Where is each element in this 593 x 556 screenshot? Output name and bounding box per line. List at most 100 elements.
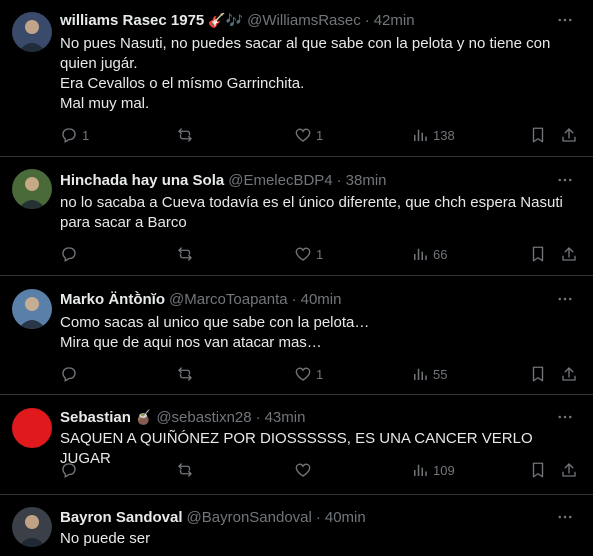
tweet-text: No pues Nasuti, no puedes sacar al que s… bbox=[60, 34, 577, 114]
retweet-button[interactable] bbox=[176, 364, 198, 384]
name-emoji: 🎸🎶 bbox=[208, 11, 244, 28]
views-button[interactable]: 109 bbox=[411, 460, 455, 480]
author-handle[interactable]: @EmelecBDP4 bbox=[228, 172, 332, 189]
reply-button[interactable]: 1 bbox=[60, 125, 89, 145]
share-icon bbox=[560, 461, 578, 479]
share-button[interactable] bbox=[560, 364, 578, 384]
more-icon[interactable] bbox=[555, 507, 575, 527]
author-name[interactable]: Marko Äntṑnĭo bbox=[60, 291, 165, 308]
reply-button[interactable] bbox=[60, 460, 82, 480]
share-button[interactable] bbox=[560, 244, 578, 264]
action-bar: 1 66 bbox=[60, 244, 579, 264]
share-button[interactable] bbox=[560, 460, 578, 480]
separator-dot: · bbox=[364, 11, 370, 29]
retweet-button[interactable] bbox=[176, 125, 198, 145]
reply-icon bbox=[60, 126, 78, 144]
author-name[interactable]: Hinchada hay una Sola bbox=[60, 172, 224, 189]
author-name[interactable]: Bayron Sandoval bbox=[60, 509, 183, 526]
tweet-header: Sebastian 🧉 @sebastixn28 · 43min bbox=[60, 407, 305, 427]
separator-dot: · bbox=[336, 171, 342, 189]
views-icon bbox=[411, 245, 429, 263]
like-button[interactable]: 1 bbox=[294, 364, 323, 384]
bookmark-button[interactable] bbox=[529, 460, 547, 480]
views-icon bbox=[411, 126, 429, 144]
tweet[interactable]: Hinchada hay una Sola @EmelecBDP4 · 38min no… bbox=[0, 157, 593, 276]
timestamp[interactable]: 43min bbox=[265, 409, 306, 426]
retweet-button[interactable] bbox=[176, 460, 198, 480]
avatar[interactable] bbox=[12, 169, 52, 209]
views-count: 138 bbox=[433, 127, 455, 143]
separator-dot: · bbox=[255, 408, 261, 426]
timestamp[interactable]: 40min bbox=[325, 509, 366, 526]
retweet-button[interactable] bbox=[176, 244, 198, 264]
like-icon bbox=[294, 365, 312, 383]
like-icon bbox=[294, 461, 312, 479]
more-icon[interactable] bbox=[555, 289, 575, 309]
more-icon[interactable] bbox=[555, 170, 575, 190]
tweet[interactable]: Sebastian 🧉 @sebastixn28 · 43min SAQUEN A QUI… bbox=[0, 395, 593, 495]
tweet-text-line: no lo sacaba a Cueva todavía es el único… bbox=[60, 194, 563, 211]
reply-button[interactable] bbox=[60, 244, 82, 264]
avatar[interactable] bbox=[12, 507, 52, 547]
author-handle[interactable]: @WilliamsRasec bbox=[247, 12, 361, 29]
tweet-header: williams Rasec 1975 🎸🎶 @WilliamsRasec · 42mi… bbox=[60, 10, 415, 30]
views-count: 55 bbox=[433, 366, 448, 382]
tweet-header: Marko Äntṑnĭo @MarcoToapanta · 40min bbox=[60, 289, 341, 309]
like-icon bbox=[294, 126, 312, 144]
like-button[interactable] bbox=[294, 460, 316, 480]
tweet-text-line: Era Cevallos o el mísmo Garrinchita. bbox=[60, 75, 305, 92]
tweet-text-line: Como sacas al unico que sabe con la pelo… bbox=[60, 314, 370, 331]
more-icon[interactable] bbox=[555, 407, 575, 427]
separator-dot: · bbox=[291, 290, 297, 308]
avatar[interactable] bbox=[12, 12, 52, 52]
author-name[interactable]: Sebastian bbox=[60, 409, 131, 426]
author-name[interactable]: williams Rasec 1975 bbox=[60, 12, 204, 29]
tweet-text: No puede ser bbox=[60, 529, 577, 549]
tweet[interactable]: Bayron Sandoval @BayronSandoval · 40min No p… bbox=[0, 495, 593, 556]
likes-count: 1 bbox=[316, 127, 324, 143]
bookmark-button[interactable] bbox=[529, 125, 547, 145]
more-icon[interactable] bbox=[555, 10, 575, 30]
tweet[interactable]: williams Rasec 1975 🎸🎶 @WilliamsRasec · 42mi… bbox=[0, 0, 593, 157]
action-bar: 1 55 bbox=[60, 364, 579, 384]
bookmark-button[interactable] bbox=[529, 244, 547, 264]
avatar[interactable] bbox=[12, 289, 52, 329]
bookmark-button[interactable] bbox=[529, 364, 547, 384]
tweet-text-line: para sacar a Barco bbox=[60, 214, 187, 231]
timestamp[interactable]: 38min bbox=[346, 172, 387, 189]
views-icon bbox=[411, 461, 429, 479]
retweet-icon bbox=[176, 461, 194, 479]
tweet-text-line: No puede ser bbox=[60, 530, 151, 547]
tweet-header: Hinchada hay una Sola @EmelecBDP4 · 38min bbox=[60, 170, 387, 190]
like-button[interactable]: 1 bbox=[294, 125, 323, 145]
tweet-text: no lo sacaba a Cueva todavía es el único… bbox=[60, 193, 577, 233]
share-icon bbox=[560, 365, 578, 383]
timestamp[interactable]: 42min bbox=[374, 12, 415, 29]
avatar[interactable] bbox=[12, 408, 52, 448]
retweet-icon bbox=[176, 126, 194, 144]
likes-count: 1 bbox=[316, 246, 324, 262]
author-handle[interactable]: @MarcoToapanta bbox=[169, 291, 288, 308]
views-count: 109 bbox=[433, 462, 455, 478]
views-button[interactable]: 138 bbox=[411, 125, 455, 145]
views-button[interactable]: 55 bbox=[411, 364, 447, 384]
replies-count: 1 bbox=[82, 127, 90, 143]
tweet-text-line: No pues Nasuti, no puedes sacar al que s… bbox=[60, 35, 551, 52]
name-emoji: 🧉 bbox=[134, 408, 153, 425]
share-button[interactable] bbox=[560, 125, 578, 145]
author-handle[interactable]: @BayronSandoval bbox=[187, 509, 312, 526]
views-button[interactable]: 66 bbox=[411, 244, 447, 264]
bookmark-icon bbox=[529, 126, 547, 144]
like-icon bbox=[294, 245, 312, 263]
reply-button[interactable] bbox=[60, 364, 82, 384]
tweet-text: Como sacas al unico que sabe con la pelo… bbox=[60, 313, 577, 353]
tweet-text-line: quien jugár. bbox=[60, 55, 138, 72]
like-button[interactable]: 1 bbox=[294, 244, 323, 264]
tweet[interactable]: Marko Äntṑnĭo @MarcoToapanta · 40min Como sa… bbox=[0, 276, 593, 395]
retweet-icon bbox=[176, 245, 194, 263]
timestamp[interactable]: 40min bbox=[301, 291, 342, 308]
retweet-icon bbox=[176, 365, 194, 383]
share-icon bbox=[560, 126, 578, 144]
tweet-text-line: Mal muy mal. bbox=[60, 95, 150, 112]
author-handle[interactable]: @sebastixn28 bbox=[156, 409, 251, 426]
